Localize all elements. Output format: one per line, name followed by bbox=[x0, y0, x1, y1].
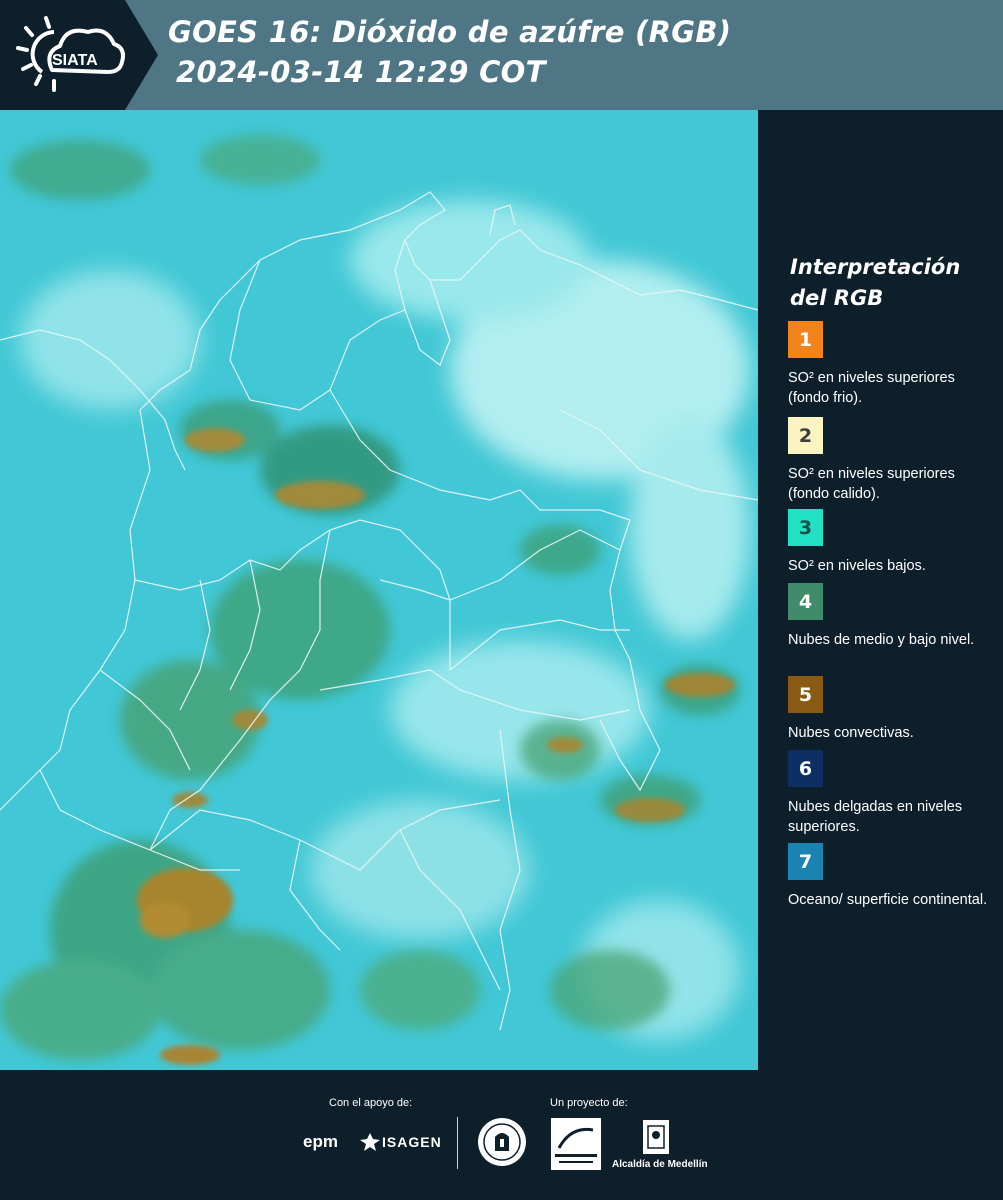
satellite-map-image bbox=[0, 110, 758, 1070]
legend-desc-1: SO² en niveles superiores (fondo frio). bbox=[788, 370, 955, 406]
legend-number-3: 3 bbox=[798, 516, 813, 539]
legend-swatch-1: 1 bbox=[788, 321, 823, 358]
legend-desc-2: SO² en niveles superiores (fondo calido)… bbox=[788, 466, 955, 502]
legend-item-2: 2 SO² en niveles superiores (fondo calid… bbox=[788, 417, 998, 504]
legend-item-5: 5 Nubes convectivas. bbox=[788, 676, 998, 743]
legend-item-1: 1 SO² en niveles superiores (fondo frio)… bbox=[788, 321, 998, 408]
legend-number-6: 6 bbox=[798, 757, 813, 780]
page-title: GOES 16: Dióxido de azúfre (RGB) bbox=[168, 15, 732, 49]
legend-item-3: 3 SO² en niveles bajos. bbox=[788, 509, 998, 576]
footer: Con el apoyo de: Un proyecto de: epm ISA… bbox=[0, 1070, 1003, 1200]
legend-swatch-4: 4 bbox=[788, 583, 823, 620]
area-metropolitana-logo bbox=[551, 1118, 601, 1170]
legend-panel: Interpretación del RGB 1 SO² en niveles … bbox=[758, 110, 1003, 1070]
legend-number-5: 5 bbox=[798, 683, 813, 706]
page-timestamp: 2024-03-14 12:29 COT bbox=[176, 55, 546, 89]
legend-number-2: 2 bbox=[798, 424, 813, 447]
legend-item-6: 6 Nubes delgadas en niveles superiores. bbox=[788, 750, 998, 837]
legend-number-4: 4 bbox=[798, 590, 813, 613]
legend-swatch-5: 5 bbox=[788, 676, 823, 713]
satellite-map bbox=[0, 110, 758, 1070]
siata-logo: SIATA bbox=[16, 16, 125, 92]
legend-swatch-2: 2 bbox=[788, 417, 823, 454]
support-label: Con el apoyo de: bbox=[329, 1097, 413, 1109]
legend-title: Interpretación del RGB bbox=[790, 252, 990, 314]
isagen-icon bbox=[360, 1133, 380, 1151]
legend-title-line1: Interpretación bbox=[790, 255, 961, 279]
legend-desc-7: Oceano/ superficie continental. bbox=[788, 892, 988, 908]
legend-desc-5: Nubes convectivas. bbox=[788, 725, 914, 741]
siata-logo-text: SIATA bbox=[52, 52, 98, 69]
legend-desc-3: SO² en niveles bajos. bbox=[788, 558, 926, 574]
legend-item-4: 4 Nubes de medio y bajo nivel. bbox=[788, 583, 998, 650]
legend-swatch-7: 7 bbox=[788, 843, 823, 880]
area-metropolitana-icon bbox=[555, 1127, 597, 1163]
alcaldia-shield-icon bbox=[643, 1120, 669, 1154]
header: SIATA GOES 16: Dióxido de azúfre (RGB) 2… bbox=[0, 0, 1003, 110]
isagen-logo: ISAGEN bbox=[382, 1134, 442, 1150]
project-label: Un proyecto de: bbox=[550, 1097, 628, 1109]
legend-title-line2: del RGB bbox=[790, 286, 884, 310]
legend-item-7: 7 Oceano/ superficie continental. bbox=[788, 843, 998, 910]
legend-swatch-3: 3 bbox=[788, 509, 823, 546]
legend-desc-6: Nubes delgadas en niveles superiores. bbox=[788, 799, 963, 835]
legend-desc-4: Nubes de medio y bajo nivel. bbox=[788, 632, 975, 648]
footer-divider bbox=[457, 1117, 458, 1169]
medellin-seal-icon bbox=[478, 1118, 526, 1166]
legend-number-1: 1 bbox=[798, 328, 813, 351]
epm-logo: epm bbox=[303, 1132, 338, 1151]
legend-number-7: 7 bbox=[798, 850, 813, 873]
alcaldia-logo-text: Alcaldía de Medellín bbox=[612, 1159, 708, 1170]
legend-swatch-6: 6 bbox=[788, 750, 823, 787]
